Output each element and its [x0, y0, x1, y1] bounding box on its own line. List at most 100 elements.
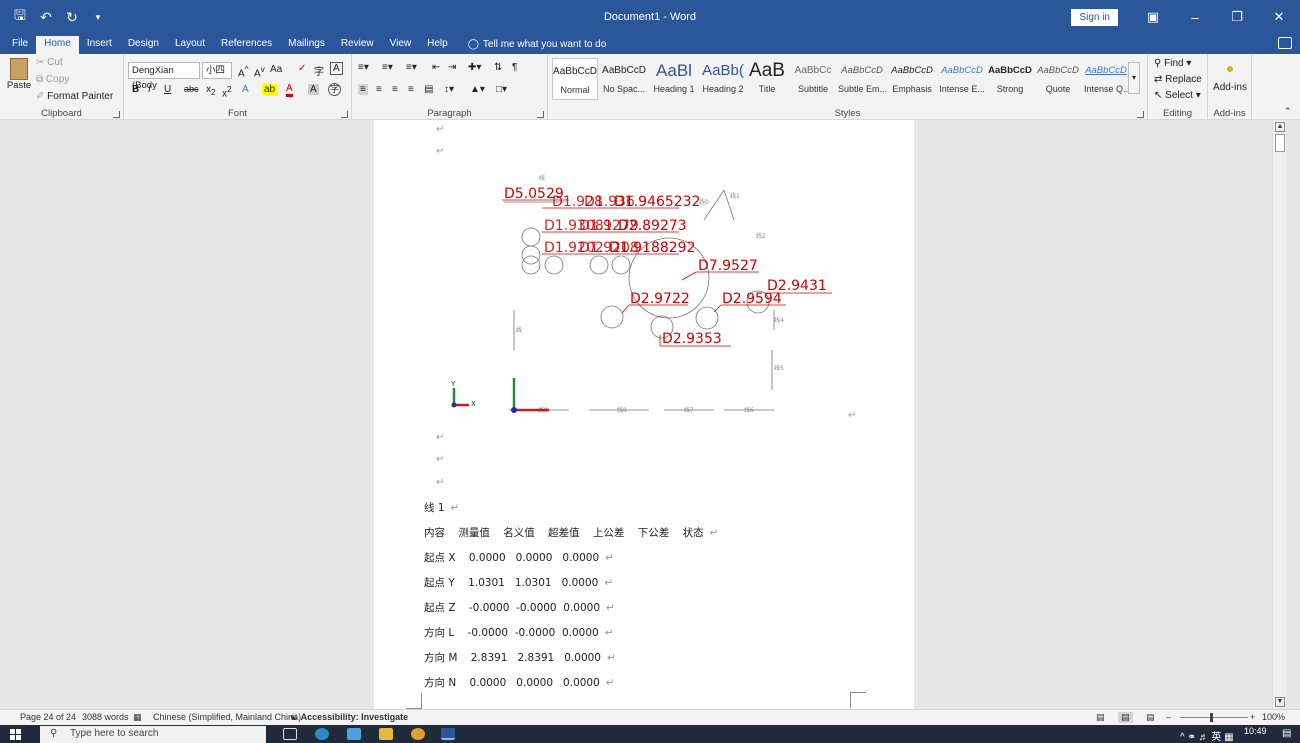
scroll-thumb[interactable]	[1275, 134, 1285, 152]
tab-layout[interactable]: Layout	[167, 36, 213, 54]
ribbon-display-icon[interactable]: ▣	[1132, 9, 1174, 25]
paragraph-launcher-icon[interactable]	[537, 111, 544, 118]
style-intense-emphasis[interactable]: AaBbCcD Intense E...	[938, 58, 986, 100]
system-tray[interactable]: ^ ⚭ ♬ 英 ▦	[1180, 728, 1234, 743]
style-no-spacing[interactable]: AaBbCcD No Spac...	[600, 58, 648, 100]
tab-home[interactable]: Home	[36, 36, 79, 54]
borders-icon[interactable]: □▾	[496, 84, 507, 95]
word-count[interactable]: 3088 words	[82, 712, 129, 722]
tell-me-box[interactable]: ◯ Tell me what you want to do	[456, 36, 615, 54]
restore-button[interactable]: ❐	[1216, 9, 1258, 25]
style-title[interactable]: AaB Title	[748, 58, 786, 100]
grow-font-icon[interactable]: A^	[238, 64, 249, 79]
styles-more-icon[interactable]: ▾	[1128, 62, 1140, 94]
font-launcher-icon[interactable]	[341, 111, 348, 118]
increase-indent-icon[interactable]: ⇥	[448, 62, 456, 73]
phonetic-guide-icon[interactable]: 字	[314, 63, 324, 78]
close-button[interactable]: ✕	[1258, 9, 1300, 25]
customize-icon[interactable]: ▾	[90, 12, 106, 23]
align-left-icon[interactable]: ≡	[358, 84, 368, 95]
zoom-level[interactable]: 100%	[1262, 712, 1285, 722]
character-border-icon[interactable]: A	[330, 62, 343, 75]
zoom-in-icon[interactable]: +	[1250, 712, 1255, 722]
underline-button[interactable]: U	[164, 84, 171, 95]
copy-button[interactable]: ⧉ Copy	[36, 74, 69, 85]
font-name-box[interactable]: DengXian (Body	[128, 62, 200, 91]
task-view-icon[interactable]	[283, 728, 297, 740]
style-subtle-emphasis[interactable]: AaBbCcD Subtle Em...	[838, 58, 886, 100]
zoom-slider[interactable]	[1180, 717, 1248, 718]
sort-icon[interactable]: ⇅	[494, 62, 502, 73]
clear-formatting-icon[interactable]: ✓	[298, 63, 306, 74]
style-subtitle[interactable]: AaBbCc Subtitle	[790, 58, 836, 100]
shading-icon[interactable]: ▲▾	[470, 84, 485, 95]
notifications-icon[interactable]: ▤	[1282, 728, 1291, 739]
style-quote[interactable]: AaBbCcD Quote	[1034, 58, 1082, 100]
redo-icon[interactable]: ↻	[64, 9, 80, 26]
word-app-icon[interactable]	[441, 728, 455, 740]
store-app-icon[interactable]	[347, 728, 361, 740]
scroll-down-icon[interactable]: ▼	[1275, 697, 1285, 707]
superscript-button[interactable]: x2	[222, 84, 232, 99]
chinese-layout-icon[interactable]: ✚▾	[468, 62, 481, 73]
language-indicator[interactable]: Chinese (Simplified, Mainland China)	[153, 712, 301, 722]
scroll-up-icon[interactable]: ▲	[1275, 122, 1285, 132]
page-count[interactable]: Page 24 of 24	[20, 712, 76, 722]
taskbar-search-box[interactable]: ⚲ Type here to search	[40, 726, 266, 743]
read-mode-icon[interactable]: ▤	[1096, 712, 1105, 723]
distributed-icon[interactable]: ▤	[424, 84, 433, 95]
clipboard-launcher-icon[interactable]	[113, 111, 120, 118]
tab-insert[interactable]: Insert	[79, 36, 120, 54]
app-icon[interactable]	[411, 728, 425, 740]
font-color-icon[interactable]: A	[286, 84, 293, 97]
edge-browser-icon[interactable]	[315, 728, 329, 740]
style-normal[interactable]: AaBbCcD Normal	[552, 58, 598, 100]
style-heading-2[interactable]: AaBb( Heading 2	[700, 58, 746, 100]
decrease-indent-icon[interactable]: ⇤	[432, 62, 440, 73]
style-emphasis[interactable]: AaBbCcD Emphasis	[888, 58, 936, 100]
addins-button[interactable]: Add-ins	[1208, 58, 1252, 93]
document-page[interactable]: ↵ ↵ 线 线0 线1 线2 线4 线5 线 线8 线7 线6 D5.0529 …	[374, 120, 914, 709]
collapse-ribbon-icon[interactable]: ⌃	[1284, 106, 1292, 117]
vertical-scrollbar[interactable]: ▲ ▼	[1272, 120, 1286, 709]
align-center-icon[interactable]: ≡	[376, 84, 382, 95]
paste-button[interactable]: Paste	[6, 58, 32, 94]
clock[interactable]: 10:49	[1244, 726, 1267, 736]
numbering-icon[interactable]: ≡▾	[382, 62, 393, 73]
proofing-icon[interactable]: ▦	[133, 712, 142, 723]
format-painter-button[interactable]: ✐ Format Painter	[36, 91, 113, 102]
zoom-slider-thumb[interactable]	[1210, 713, 1213, 722]
minimize-button[interactable]: –	[1174, 10, 1216, 25]
comments-icon[interactable]	[1278, 37, 1292, 49]
character-shading-icon[interactable]: A	[308, 84, 319, 95]
text-effects-icon[interactable]: A	[242, 84, 249, 95]
shrink-font-icon[interactable]: Av	[254, 64, 265, 79]
styles-launcher-icon[interactable]	[1137, 111, 1144, 118]
windows-start-icon[interactable]	[10, 729, 21, 740]
change-case-button[interactable]: Aa	[270, 64, 282, 75]
sign-in-button[interactable]: Sign in	[1071, 8, 1118, 26]
print-layout-icon[interactable]: ▤	[1118, 712, 1133, 723]
multilevel-list-icon[interactable]: ≡▾	[406, 62, 417, 73]
web-layout-icon[interactable]: ▤	[1146, 712, 1155, 723]
save-icon[interactable]: 🖫	[12, 5, 28, 29]
accessibility-status[interactable]: ☯ Accessibility: Investigate	[290, 712, 408, 723]
strikethrough-button[interactable]: abc	[184, 84, 199, 94]
highlight-icon[interactable]: ab	[262, 84, 278, 95]
tab-help[interactable]: Help	[419, 36, 456, 54]
replace-button[interactable]: ⇄ Replace	[1154, 74, 1202, 85]
show-formatting-marks-icon[interactable]: ¶	[512, 62, 517, 73]
tab-mailings[interactable]: Mailings	[280, 36, 333, 54]
undo-icon[interactable]: ↶	[38, 9, 54, 26]
tab-design[interactable]: Design	[120, 36, 167, 54]
cut-button[interactable]: ✂ Cut	[36, 57, 63, 68]
tab-review[interactable]: Review	[333, 36, 382, 54]
tab-file[interactable]: File	[4, 36, 36, 54]
zoom-out-icon[interactable]: –	[1166, 712, 1171, 722]
enclose-characters-icon[interactable]: 字	[328, 83, 341, 96]
bold-button[interactable]: B	[132, 84, 139, 95]
justify-icon[interactable]: ≡	[408, 84, 414, 95]
bullets-icon[interactable]: ≡▾	[358, 62, 369, 73]
style-strong[interactable]: AaBbCcD Strong	[986, 58, 1034, 100]
italic-button[interactable]: I	[148, 84, 151, 95]
